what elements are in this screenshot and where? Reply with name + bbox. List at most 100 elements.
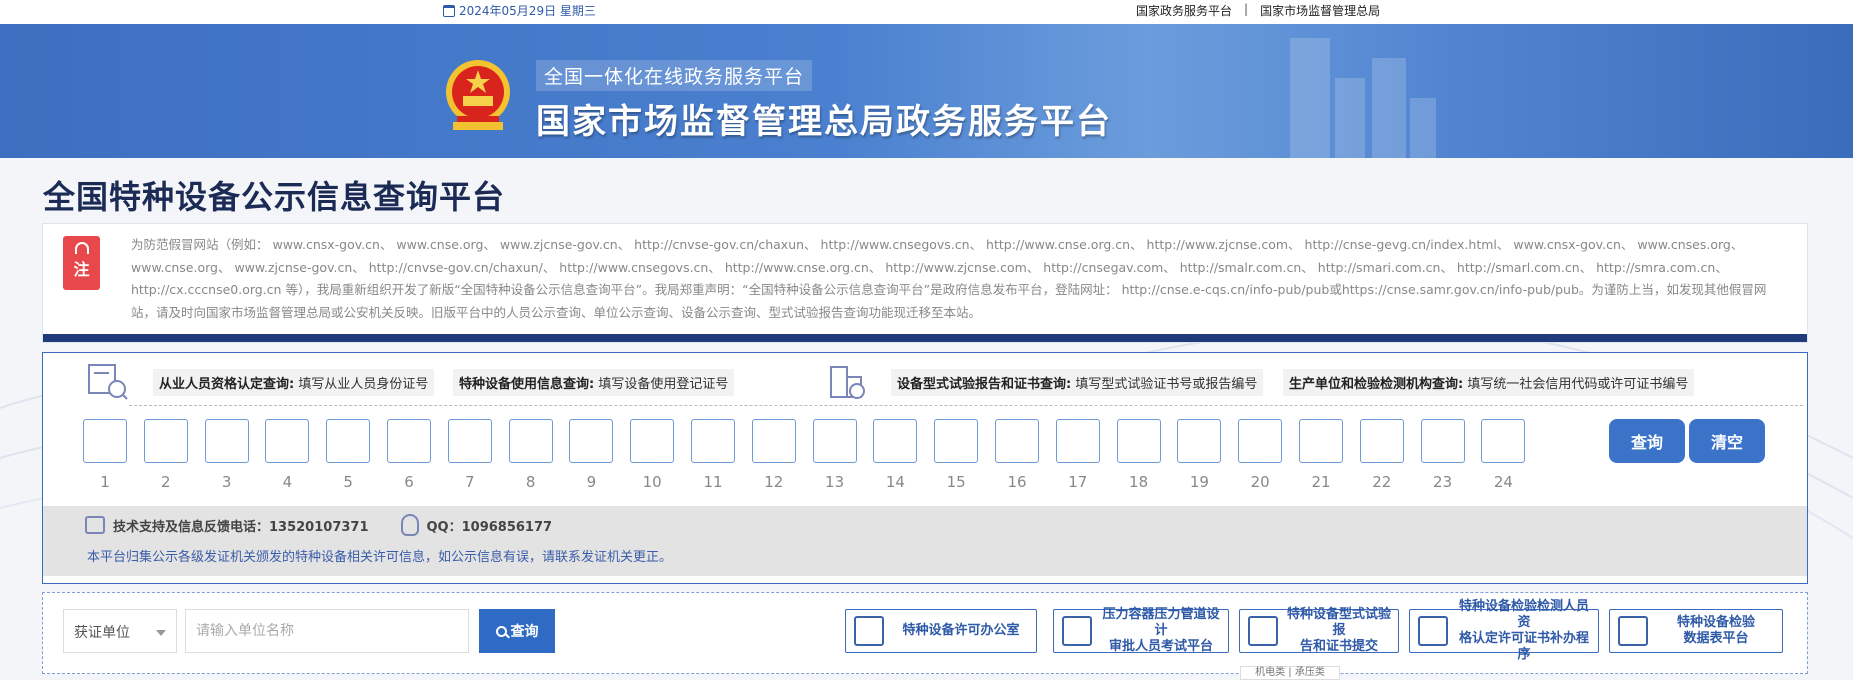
query-button[interactable]: 查询	[1609, 419, 1685, 463]
banner-subtitle: 全国一体化在线政务服务平台	[536, 60, 813, 91]
code-digit-box[interactable]	[447, 419, 492, 463]
notice-text: 为防范假冒网站（例如： www.cnsx-gov.cn、 www.cnse.or…	[131, 237, 1767, 320]
service-label: 特种设备检验检测人员资 格认定许可证书补办程序	[1458, 599, 1589, 662]
query-option-label: 特种设备使用信息查询:	[459, 377, 595, 392]
code-digit-number: 21	[1311, 473, 1331, 491]
unit-search-button-label: 查询	[510, 623, 539, 639]
code-digit-box[interactable]	[1299, 419, 1343, 463]
building-decoration	[1372, 58, 1406, 158]
service-label: 特种设备型式试验报 告和证书提交	[1286, 607, 1391, 654]
query-option-type-test[interactable]: 设备型式试验报告和证书查询: 填写型式试验证书号或报告编号	[891, 369, 1264, 396]
building-decoration	[1410, 98, 1436, 158]
service-type-test-submit[interactable]: 特种设备型式试验报 告和证书提交	[1239, 607, 1399, 654]
unit-search-button[interactable]: 查询	[479, 609, 555, 653]
query-panel: 从业人员资格认定查询: 填写从业人员身份证号 特种设备使用信息查询: 填写设备使…	[42, 352, 1808, 584]
code-digit-box[interactable]	[265, 419, 310, 463]
data-table-icon	[1618, 616, 1648, 646]
code-digit-box[interactable]	[1359, 419, 1404, 463]
qq-icon	[400, 514, 419, 536]
notice-tag: 注	[63, 236, 100, 290]
service-label: 特种设备检验 数据表平台	[1676, 615, 1755, 646]
code-digit-box[interactable]	[1238, 419, 1283, 463]
code-digit-box[interactable]	[83, 419, 127, 463]
pressure-vessel-icon	[1062, 616, 1092, 646]
unit-name-input[interactable]	[185, 609, 469, 653]
notice-bottom-bar	[43, 334, 1807, 342]
clear-button[interactable]: 清空	[1689, 419, 1765, 463]
code-digit-number: 10	[642, 473, 662, 491]
code-digit-box[interactable]	[751, 419, 796, 463]
notice-tag-label: 注	[73, 260, 90, 279]
code-digit-number: 20	[1250, 473, 1270, 491]
code-digit-box[interactable]	[143, 419, 188, 463]
service-inspector-cert[interactable]: 特种设备检验检测人员资 格认定许可证书补办程序	[1409, 599, 1599, 662]
code-digit-box[interactable]	[995, 419, 1039, 463]
support-info: 技术支持及信息反馈电话：13520107371 QQ：1096856177 本平…	[43, 506, 1807, 576]
phone-icon	[85, 516, 105, 534]
code-digit-box[interactable]	[204, 419, 249, 463]
code-digit-box[interactable]	[1481, 419, 1526, 463]
link-national-gov-platform[interactable]: 国家政务服务平台	[1136, 2, 1232, 19]
code-digit-box[interactable]	[1420, 419, 1465, 463]
query-option-unit[interactable]: 生产单位和检验检测机构查询: 填写统一社会信用代码或许可证书编号	[1283, 369, 1695, 396]
cert-type-select[interactable]: 获证单位	[63, 609, 177, 653]
code-digit-box[interactable]	[326, 419, 371, 463]
code-digit-box[interactable]	[569, 419, 614, 463]
person-search-icon	[88, 364, 128, 400]
code-digit-number: 6	[404, 473, 414, 491]
code-digit-number: 19	[1189, 473, 1209, 491]
code-digit-number: 15	[946, 473, 966, 491]
support-contact: 技术支持及信息反馈电话：13520107371 QQ：1096856177	[85, 514, 552, 536]
building-decoration	[1290, 38, 1330, 158]
code-digit-number: 2	[161, 473, 171, 491]
code-digit-number: 22	[1372, 473, 1392, 491]
code-digit-box[interactable]	[691, 419, 735, 463]
code-digit-number: 4	[282, 473, 293, 491]
code-digit-number: 12	[764, 473, 784, 491]
banner-title: 国家市场监督管理总局政务服务平台	[536, 102, 1112, 142]
code-digit-box[interactable]	[934, 419, 979, 463]
chevron-down-icon	[156, 630, 166, 636]
link-samr[interactable]: 国家市场监督管理总局	[1260, 2, 1380, 19]
support-qq: QQ：1096856177	[426, 519, 553, 535]
code-digit-number: 24	[1493, 473, 1513, 491]
query-option-personnel[interactable]: 从业人员资格认定查询: 填写从业人员身份证号	[153, 369, 435, 396]
code-digit-number: 16	[1007, 473, 1027, 491]
code-digit-box[interactable]	[630, 419, 675, 463]
code-digit-number: 14	[885, 473, 905, 491]
query-option-hint: 填写型式试验证书号或报告编号	[1075, 377, 1258, 392]
code-digit-number: 18	[1129, 473, 1149, 491]
query-option-hint: 填写统一社会信用代码或许可证书编号	[1467, 377, 1689, 392]
query-option-hint: 填写设备使用登记证号	[598, 377, 729, 392]
date-text: 2024年05月29日 星期三	[459, 4, 596, 18]
inspector-icon	[1418, 616, 1448, 646]
code-digit-box[interactable]	[1055, 419, 1100, 463]
search-icon	[495, 625, 507, 637]
date-display: 2024年05月29日 星期三	[443, 2, 596, 19]
code-digit-number: 11	[703, 473, 723, 491]
query-option-label: 设备型式试验报告和证书查询:	[897, 377, 1072, 392]
code-digit-box[interactable]	[812, 419, 857, 463]
calendar-icon	[443, 4, 455, 17]
service-pressure-exam[interactable]: 压力容器压力管道设计 审批人员考试平台	[1053, 607, 1229, 654]
query-option-label: 生产单位和检验检测机构查询:	[1289, 377, 1464, 392]
national-emblem-icon	[446, 60, 510, 130]
divider	[129, 405, 1803, 406]
license-office-icon	[854, 616, 884, 646]
code-digit-box[interactable]	[1177, 419, 1222, 463]
code-digit-box[interactable]	[873, 419, 918, 463]
code-digit-number: 13	[825, 473, 845, 491]
top-bar: 2024年05月29日 星期三 国家政务服务平台 | 国家市场监督管理总局	[0, 0, 1853, 24]
link-separator: |	[1244, 2, 1249, 16]
service-data-table[interactable]: 特种设备检验 数据表平台	[1609, 609, 1783, 653]
code-digit-number: 1	[100, 473, 110, 491]
cube-icon	[1248, 616, 1278, 646]
support-phone: 技术支持及信息反馈电话：13520107371	[113, 519, 369, 535]
code-digit-box[interactable]	[508, 419, 553, 463]
query-option-equipment[interactable]: 特种设备使用信息查询: 填写设备使用登记证号	[453, 369, 735, 396]
code-digit-box[interactable]	[1116, 419, 1161, 463]
top-links: 国家政务服务平台 | 国家市场监督管理总局	[1136, 2, 1380, 19]
code-digit-box[interactable]	[387, 419, 431, 463]
service-license-office[interactable]: 特种设备许可办公室	[845, 609, 1037, 653]
code-digit-number: 23	[1433, 473, 1453, 491]
